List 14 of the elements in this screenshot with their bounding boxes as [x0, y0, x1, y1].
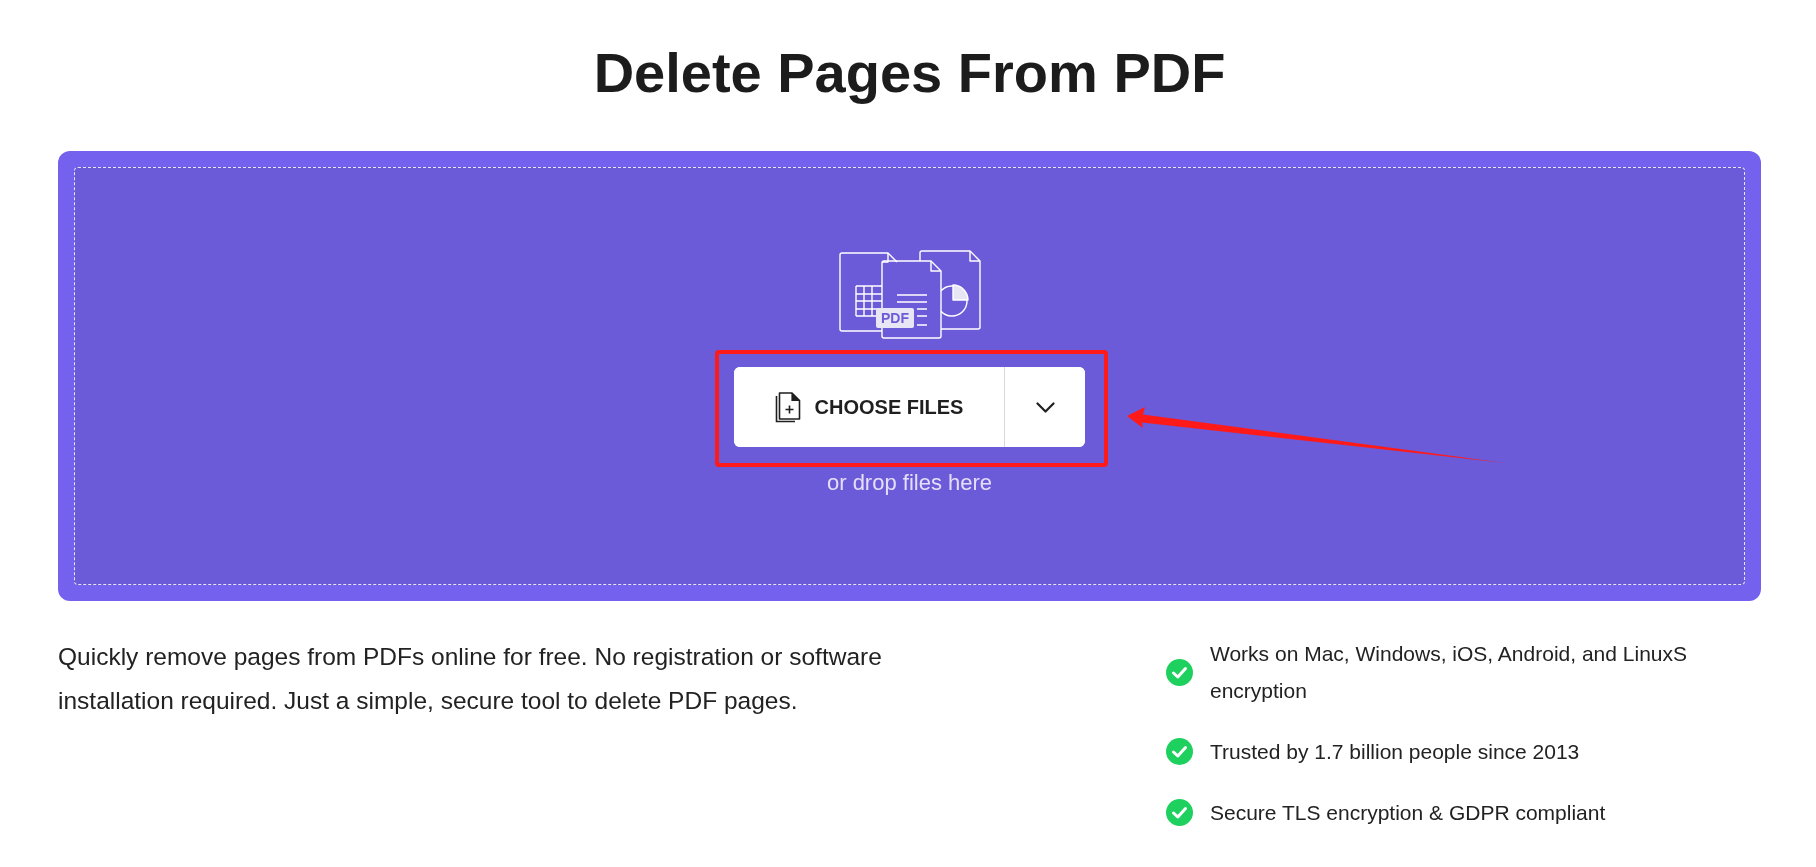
- check-circle-icon: [1166, 738, 1193, 765]
- drop-hint: or drop files here: [826, 469, 993, 496]
- file-add-icon: [774, 391, 801, 423]
- description-text: Quickly remove pages from PDFs online for free. No registration or software installation required. Just a simple, secure tool to delete PDF pages.: [58, 642, 883, 716]
- page-title: Delete Pages From PDF: [593, 40, 1226, 106]
- check-circle-icon: [1166, 658, 1193, 686]
- drop-zone[interactable]: PDF CHOOSE FILES or drop files here: [74, 167, 1745, 585]
- check-circle-icon: [1166, 799, 1193, 826]
- chevron-down-icon: [1035, 401, 1055, 413]
- feature-text: Trusted by 1.7 billion people since 2013: [1210, 739, 1580, 765]
- feature-text: Works on Mac, Windows, iOS, Android, and LinuxS encryption: [1210, 641, 1688, 704]
- pdf-tag: PDF: [875, 308, 914, 328]
- upload-options-button[interactable]: [1004, 367, 1086, 447]
- feature-text: Secure TLS encryption & GDPR compliant: [1210, 800, 1606, 826]
